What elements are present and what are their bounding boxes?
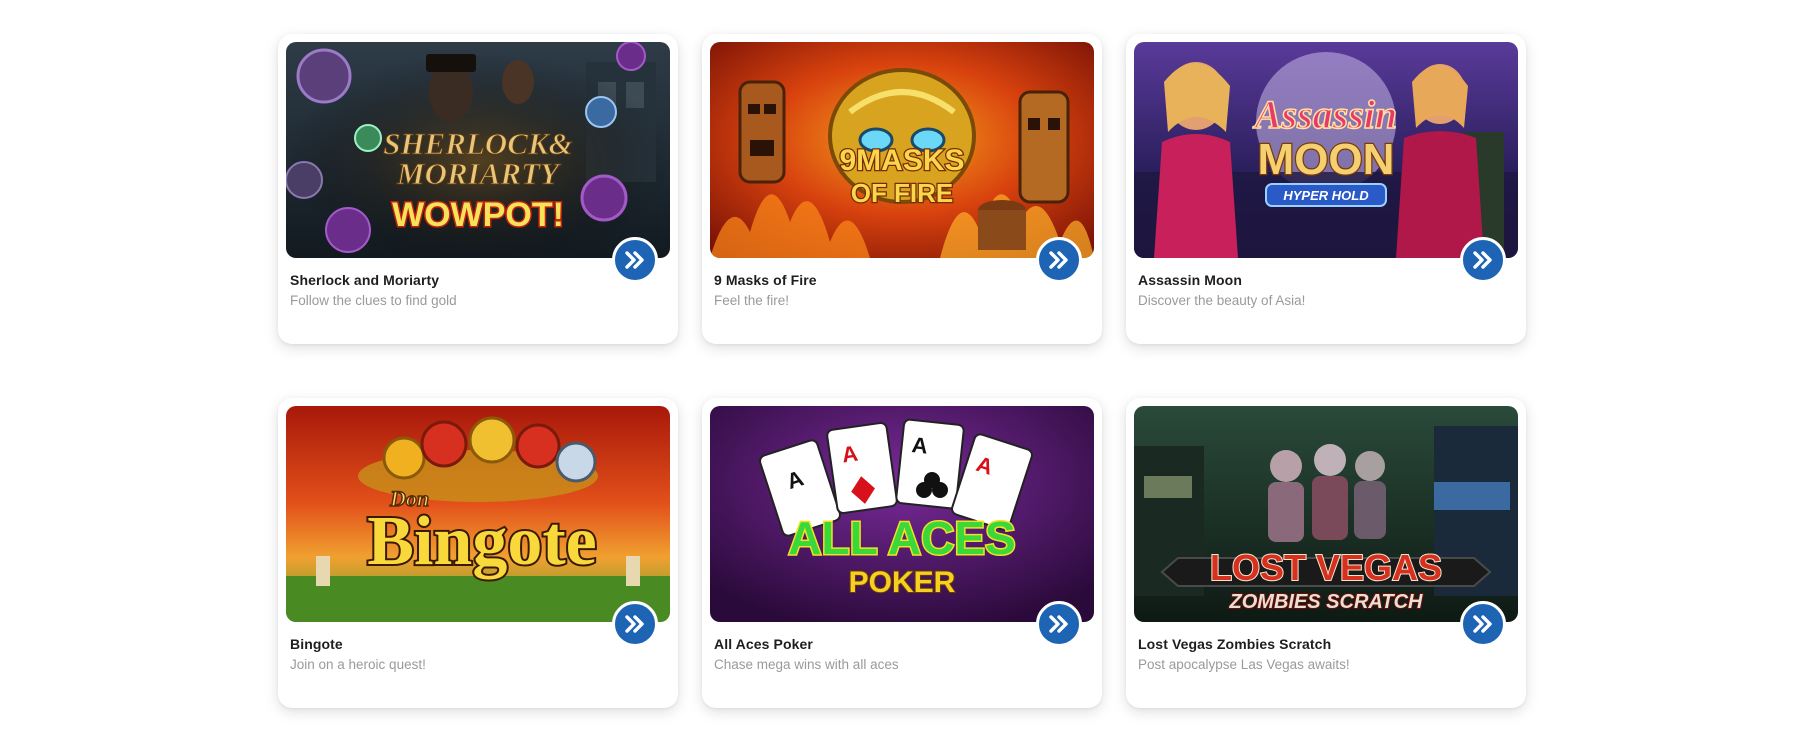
svg-text:Bingote: Bingote: [367, 503, 596, 580]
game-thumbnail[interactable]: Assassin MOON HYPER HOLD: [1134, 42, 1518, 258]
play-button[interactable]: [612, 601, 658, 647]
detective-slot-art: SHERLOCK& MORIARTY WOWPOT!: [286, 42, 670, 258]
game-thumbnail[interactable]: LOST VEGAS ZOMBIES SCRATCH: [1134, 406, 1518, 622]
game-subtitle: Discover the beauty of Asia!: [1138, 293, 1306, 308]
game-card-assassin-moon[interactable]: Assassin MOON HYPER HOLD Assassin Moon D…: [1126, 34, 1526, 344]
game-thumbnail[interactable]: 9MASKS OF FIRE: [710, 42, 1094, 258]
game-card-9-masks-of-fire[interactable]: 9MASKS OF FIRE 9 Masks of Fire Feel the …: [702, 34, 1102, 344]
playing-cards-art: A A A A ALL ACES POKER: [710, 406, 1094, 622]
assassin-women-slot-art: Assassin MOON HYPER HOLD: [1134, 42, 1518, 258]
double-chevron-right-icon: [1049, 251, 1068, 269]
game-title[interactable]: Assassin Moon: [1138, 272, 1242, 288]
game-card-all-aces-poker[interactable]: A A A A ALL ACES POKER All Aces Poker Ch…: [702, 398, 1102, 708]
game-grid: SHERLOCK& MORIARTY WOWPOT! Sherlock and …: [278, 34, 1526, 708]
game-title[interactable]: Sherlock and Moriarty: [290, 272, 439, 288]
play-button[interactable]: [1036, 601, 1082, 647]
svg-text:POKER: POKER: [849, 566, 956, 599]
play-button[interactable]: [612, 237, 658, 283]
double-chevron-right-icon: [1473, 615, 1492, 633]
game-title[interactable]: All Aces Poker: [714, 636, 813, 652]
svg-text:ZOMBIES SCRATCH: ZOMBIES SCRATCH: [1229, 591, 1424, 613]
svg-text:MORIARTY: MORIARTY: [396, 156, 562, 191]
game-subtitle: Join on a heroic quest!: [290, 657, 426, 672]
double-chevron-right-icon: [625, 251, 644, 269]
svg-text:Assassin: Assassin: [1252, 92, 1397, 137]
game-title[interactable]: 9 Masks of Fire: [714, 272, 817, 288]
play-button[interactable]: [1460, 601, 1506, 647]
game-card-bingote[interactable]: Don Bingote Bingote Join on a heroic que…: [278, 398, 678, 708]
double-chevron-right-icon: [1473, 251, 1492, 269]
svg-text:A: A: [911, 432, 930, 459]
game-subtitle: Chase mega wins with all aces: [714, 657, 899, 672]
game-thumbnail[interactable]: Don Bingote: [286, 406, 670, 622]
bingo-balls-art: Don Bingote: [286, 406, 670, 622]
svg-text:MOON: MOON: [1258, 135, 1395, 184]
tiki-mask-slot-art: 9MASKS OF FIRE: [710, 42, 1094, 258]
double-chevron-right-icon: [1049, 615, 1068, 633]
double-chevron-right-icon: [625, 615, 644, 633]
game-subtitle: Post apocalypse Las Vegas awaits!: [1138, 657, 1350, 672]
game-card-lost-vegas-zombies-scratch[interactable]: LOST VEGAS ZOMBIES SCRATCH Lost Vegas Zo…: [1126, 398, 1526, 708]
game-thumbnail[interactable]: A A A A ALL ACES POKER: [710, 406, 1094, 622]
play-button[interactable]: [1460, 237, 1506, 283]
svg-text:WOWPOT!: WOWPOT!: [392, 196, 564, 234]
game-subtitle: Feel the fire!: [714, 293, 790, 308]
game-thumbnail[interactable]: SHERLOCK& MORIARTY WOWPOT!: [286, 42, 670, 258]
svg-text:HYPER HOLD: HYPER HOLD: [1283, 188, 1369, 203]
svg-text:LOST VEGAS: LOST VEGAS: [1210, 547, 1442, 588]
play-button[interactable]: [1036, 237, 1082, 283]
game-subtitle: Follow the clues to find gold: [290, 293, 457, 308]
svg-text:OF FIRE: OF FIRE: [851, 178, 954, 208]
game-title[interactable]: Lost Vegas Zombies Scratch: [1138, 636, 1331, 652]
svg-text:ALL ACES: ALL ACES: [788, 512, 1015, 564]
zombies-casino-art: LOST VEGAS ZOMBIES SCRATCH: [1134, 406, 1518, 622]
game-title[interactable]: Bingote: [290, 636, 343, 652]
svg-text:9MASKS: 9MASKS: [839, 144, 964, 177]
game-card-sherlock-and-moriarty[interactable]: SHERLOCK& MORIARTY WOWPOT! Sherlock and …: [278, 34, 678, 344]
